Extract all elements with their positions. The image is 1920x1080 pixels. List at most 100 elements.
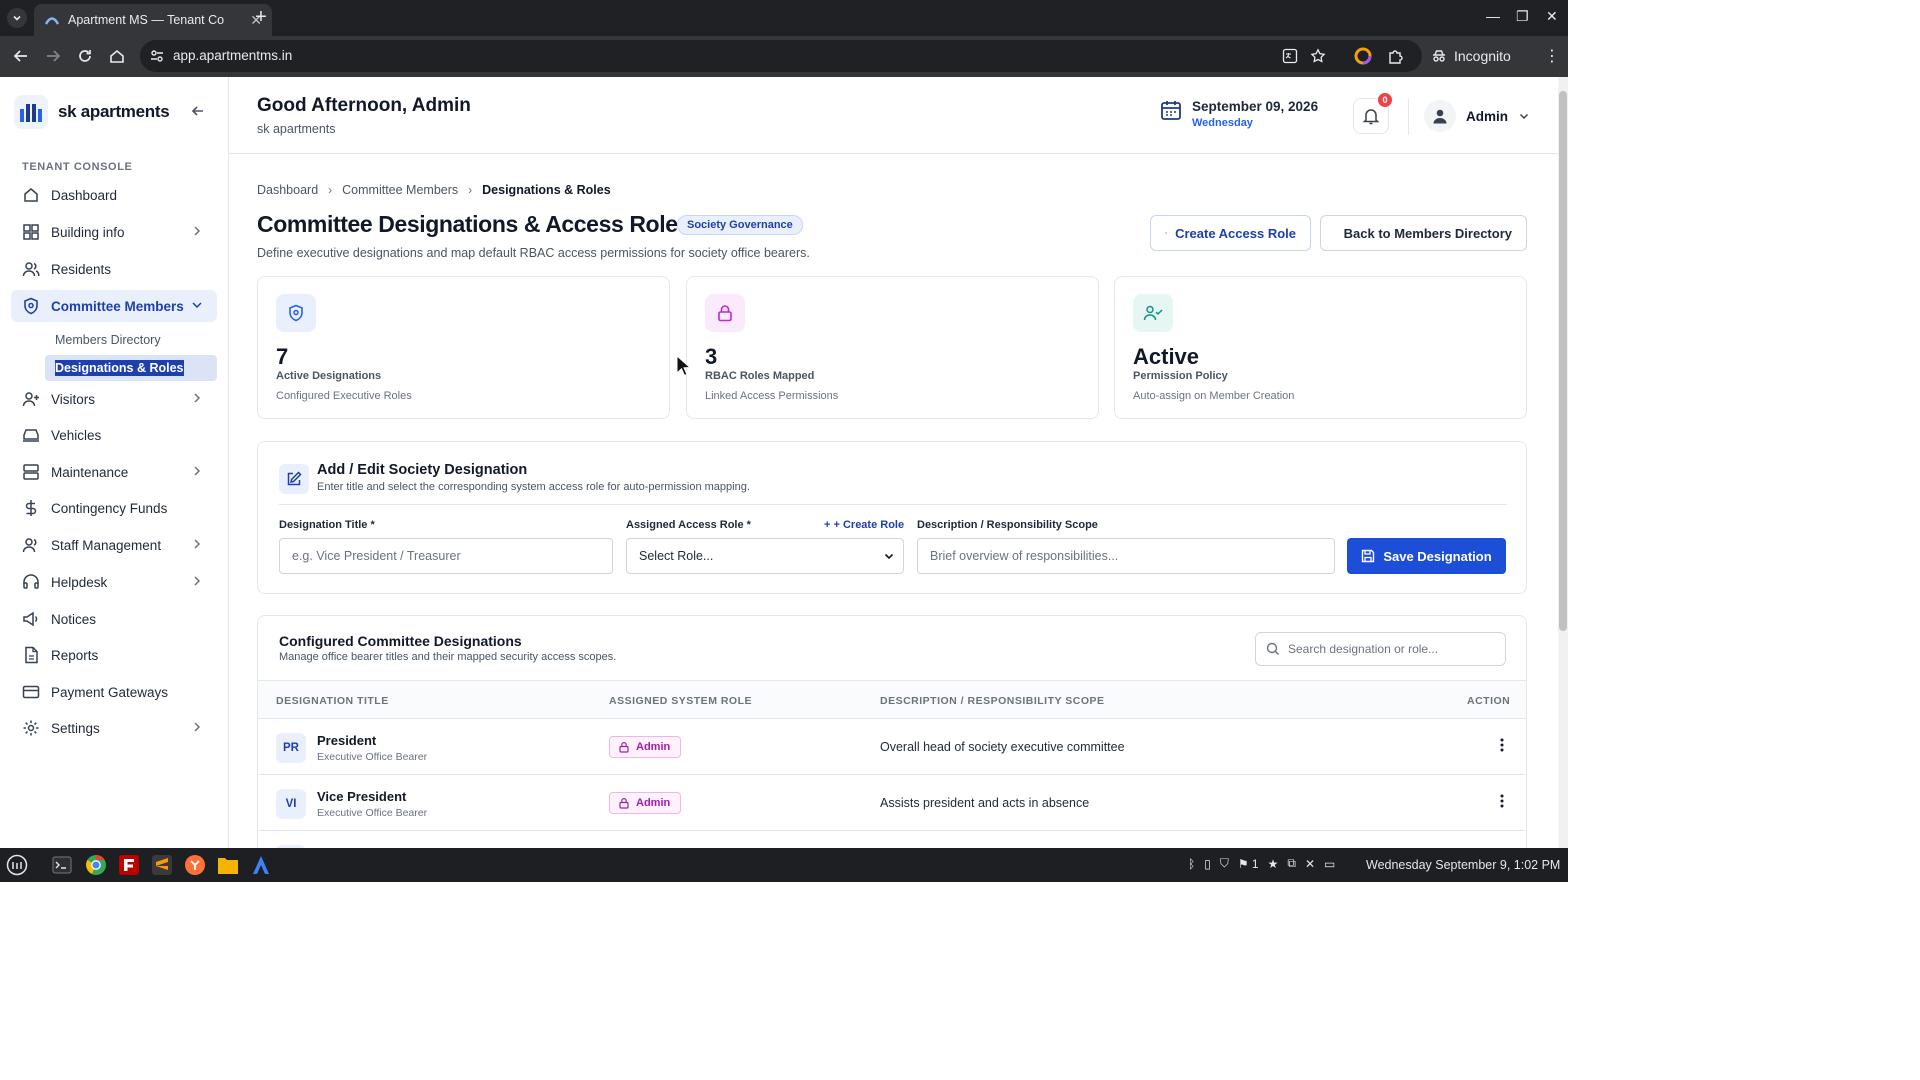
sidebar-item-reports[interactable]: Reports (11, 639, 217, 671)
taskbar-clock[interactable]: Wednesday September 9, 1:02 PM (1366, 858, 1560, 872)
staff-icon (22, 538, 37, 553)
volume-mute-icon[interactable]: ✕ (1305, 857, 1315, 871)
sidebar-item-notices[interactable]: Notices (11, 603, 217, 635)
bluetooth-icon[interactable]: ᛒ (1188, 857, 1195, 871)
sidebar-item-dashboard[interactable]: Dashboard (11, 179, 217, 211)
sidebar-item-maintenance[interactable]: Maintenance (11, 456, 217, 488)
sidebar-item-building-info[interactable]: Building info (11, 216, 217, 248)
search-input[interactable]: Search designation or role... (1255, 632, 1506, 666)
breadcrumb: Dashboard › Committee Members › Designat… (257, 183, 611, 197)
address-bar[interactable]: app.apartmentms.in (140, 40, 1422, 72)
files-icon[interactable] (216, 853, 240, 877)
breadcrumb-separator-icon: › (328, 183, 333, 197)
stat-caption: Linked Access Permissions (705, 390, 839, 402)
network-icon[interactable]: ⧉ (1287, 856, 1296, 871)
sidebar-item-label: Building info (51, 224, 125, 240)
avatar (1424, 100, 1456, 132)
lock-icon (619, 798, 629, 809)
form-title: Add / Edit Society Designation (317, 462, 528, 478)
notifications-button[interactable]: 0 (1353, 93, 1392, 134)
scrollbar-thumb[interactable] (1559, 91, 1567, 631)
create-access-role-button[interactable]: Create Access Role (1150, 215, 1311, 251)
sidebar-subitem-members-directory[interactable]: Members Directory (45, 327, 217, 353)
collapse-sidebar-icon[interactable] (190, 103, 206, 119)
column-header: ACTION (1467, 695, 1511, 707)
terminal-icon[interactable] (50, 853, 74, 877)
form-divider (279, 504, 1507, 505)
clipboard-icon[interactable]: ▯ (1204, 857, 1211, 871)
filezilla-icon[interactable] (117, 853, 141, 877)
sidebar-item-contingency-funds[interactable]: Contingency Funds (11, 492, 217, 524)
incognito-indicator[interactable]: Incognito (1430, 40, 1511, 72)
user-menu[interactable]: Admin (1424, 100, 1530, 132)
sidebar-item-residents[interactable]: Residents (11, 253, 217, 285)
page-header: Good Afternoon, Admin sk apartments Sept… (229, 77, 1558, 154)
extensions-puzzle-icon[interactable] (1387, 47, 1405, 65)
more-actions-icon[interactable] (1494, 793, 1510, 809)
breadcrumb-committee-members[interactable]: Committee Members (342, 183, 458, 197)
breadcrumb-dashboard[interactable]: Dashboard (257, 183, 318, 197)
star-icon[interactable]: ★ (1268, 857, 1279, 871)
sidebar-item-payment-gateways[interactable]: Payment Gateways (11, 676, 217, 708)
window-close-icon[interactable]: ✕ (1546, 8, 1558, 25)
sidebar-item-staff-management[interactable]: Staff Management (11, 529, 217, 561)
chevron-down-icon (192, 302, 202, 309)
breadcrumb-current: Designations & Roles (482, 183, 611, 197)
designation-subtitle: Executive Office Bearer (317, 807, 428, 819)
browser-menu-icon[interactable]: ⋮ (1544, 46, 1560, 66)
tab-search-button[interactable] (7, 8, 27, 28)
description-label: Description / Responsibility Scope (917, 519, 1098, 531)
browser-tab[interactable]: Apartment MS — Tenant Co ✕ (34, 4, 272, 36)
shield-icon (24, 297, 38, 315)
page-scrollbar[interactable] (1558, 77, 1568, 848)
reload-icon[interactable] (76, 47, 94, 65)
designation-title-placeholder: e.g. Vice President / Treasurer (292, 549, 461, 563)
restore-icon[interactable]: ❐ (1516, 8, 1529, 25)
bookmark-star-icon[interactable] (1310, 48, 1326, 64)
date-display: September 09, 2026 Wednesday (1160, 99, 1318, 129)
sidebar-item-helpdesk[interactable]: Helpdesk (11, 566, 217, 598)
battery-icon[interactable]: ▭ (1324, 857, 1335, 871)
forward-icon[interactable] (44, 47, 62, 65)
calendar-icon (1161, 101, 1181, 120)
sidebar-item-visitors[interactable]: Visitors (11, 383, 217, 415)
designation-title: Vice President (317, 789, 407, 804)
back-icon[interactable] (12, 47, 30, 65)
new-tab-button[interactable]: + (251, 6, 271, 29)
extension-color-icon[interactable] (1354, 47, 1372, 65)
back-to-members-button[interactable]: Back to Members Directory (1320, 215, 1527, 251)
shield-tray-icon[interactable]: ⛉ (1220, 856, 1229, 871)
app-window: sk apartments TENANT CONSOLE Dashboard B… (0, 77, 1568, 848)
home-icon[interactable] (108, 47, 126, 65)
description-input[interactable]: Brief overview of responsibilities... (917, 538, 1335, 574)
brand[interactable]: sk apartments (14, 95, 170, 129)
designation-title-input[interactable]: e.g. Vice President / Treasurer (279, 538, 613, 574)
sidebar-item-committee-members[interactable]: Committee Members (11, 290, 217, 322)
translate-icon[interactable] (1282, 48, 1298, 64)
os-menu-icon[interactable] (5, 853, 29, 877)
git-client-icon[interactable] (183, 853, 207, 877)
sidebar-subitem-designations-roles[interactable]: Designations & Roles (45, 355, 217, 381)
shield-icon (276, 294, 316, 332)
sidebar-subitem-label: Members Directory (55, 333, 161, 347)
chevron-down-icon (1519, 113, 1529, 120)
stat-caption: Auto-assign on Member Creation (1133, 390, 1295, 402)
site-info-icon[interactable] (150, 49, 164, 63)
brand-name: sk apartments (58, 102, 170, 121)
workspace-icon[interactable]: ⚑ 1 (1238, 857, 1259, 871)
table-row: PR President Executive Office Bearer Adm… (258, 719, 1526, 775)
chevron-down-icon (13, 15, 21, 21)
vscode-like-icon[interactable] (249, 853, 273, 877)
user-plus-icon (22, 392, 39, 407)
minimize-icon[interactable]: — (1486, 8, 1500, 24)
chevron-right-icon (194, 722, 201, 732)
sidebar-item-settings[interactable]: Settings (11, 712, 217, 744)
chrome-icon[interactable] (84, 853, 108, 877)
create-role-link[interactable]: + + Create Role (824, 519, 904, 531)
sidebar-item-label: Visitors (51, 391, 96, 407)
sidebar-item-vehicles[interactable]: Vehicles (11, 419, 217, 451)
save-designation-button[interactable]: Save Designation (1347, 538, 1506, 574)
sublime-text-icon[interactable] (150, 853, 174, 877)
more-actions-icon[interactable] (1494, 737, 1510, 753)
access-role-select[interactable]: Select Role... (626, 538, 904, 574)
